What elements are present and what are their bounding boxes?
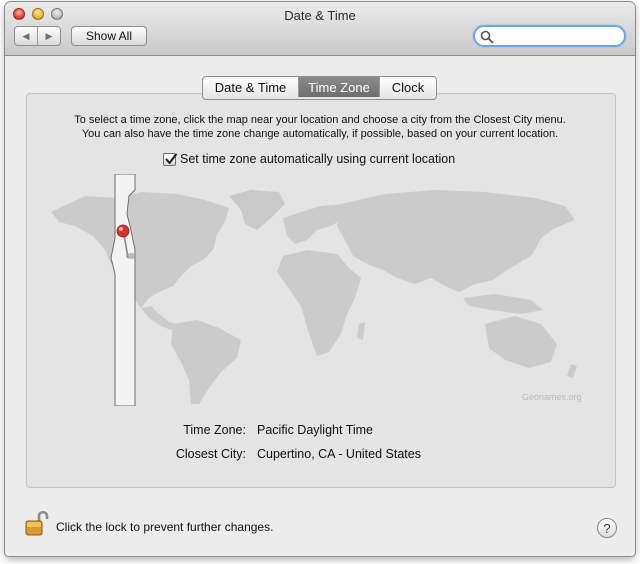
- content-area: Date & Time Time Zone Clock To select a …: [5, 56, 635, 556]
- map-north-america: [51, 192, 229, 308]
- map-south-america: [171, 320, 241, 404]
- time-zone-value: Pacific Daylight Time: [257, 423, 374, 437]
- closest-city-value[interactable]: Cupertino, CA - United States: [257, 447, 421, 461]
- help-button[interactable]: ?: [597, 518, 617, 538]
- map-africa: [277, 250, 361, 356]
- map-madagascar: [357, 322, 365, 340]
- world-map[interactable]: [45, 174, 595, 406]
- map-europe: [283, 204, 345, 244]
- magnifier-icon: [480, 30, 494, 44]
- window-title: Date & Time: [284, 8, 356, 23]
- instruction-line-1: To select a time zone, click the map nea…: [74, 114, 566, 126]
- tab-clock[interactable]: Clock: [380, 77, 436, 97]
- show-all-button[interactable]: Show All: [71, 26, 147, 46]
- auto-timezone-checkbox[interactable]: [163, 152, 177, 166]
- checkmark-icon: [165, 153, 177, 164]
- map-attribution: Geonames.org: [522, 392, 582, 402]
- preferences-window: Date & Time ◀ ▶ Show All Date & Time Tim…: [5, 2, 635, 556]
- toolbar: Date & Time ◀ ▶ Show All: [5, 2, 635, 56]
- back-arrow-icon[interactable]: ◀: [15, 27, 38, 45]
- forward-arrow-icon[interactable]: ▶: [38, 27, 60, 45]
- instruction-line-2: You can also have the time zone change a…: [81, 128, 559, 140]
- back-forward-control: ◀ ▶: [14, 26, 61, 46]
- tab-time-zone[interactable]: Time Zone: [299, 77, 380, 97]
- map-australia: [485, 316, 557, 368]
- map-asia: [337, 190, 575, 292]
- time-zone-label: Time Zone:: [183, 423, 246, 437]
- lock-message: Click the lock to prevent further change…: [56, 520, 274, 534]
- map-greenland: [229, 190, 285, 230]
- auto-timezone-label: Set time zone automatically using curren…: [180, 152, 456, 166]
- closest-city-label: Closest City:: [175, 447, 246, 461]
- tab-bar: Date & Time Time Zone Clock: [202, 76, 437, 100]
- map-indonesia: [463, 294, 543, 314]
- unlocked-padlock-icon[interactable]: [24, 508, 50, 538]
- tab-date-time[interactable]: Date & Time: [203, 77, 299, 97]
- map-new-zealand: [567, 364, 577, 378]
- map-central-america: [141, 306, 177, 330]
- search-field[interactable]: [473, 25, 626, 47]
- auto-timezone-row: Set time zone automatically using curren…: [163, 152, 455, 166]
